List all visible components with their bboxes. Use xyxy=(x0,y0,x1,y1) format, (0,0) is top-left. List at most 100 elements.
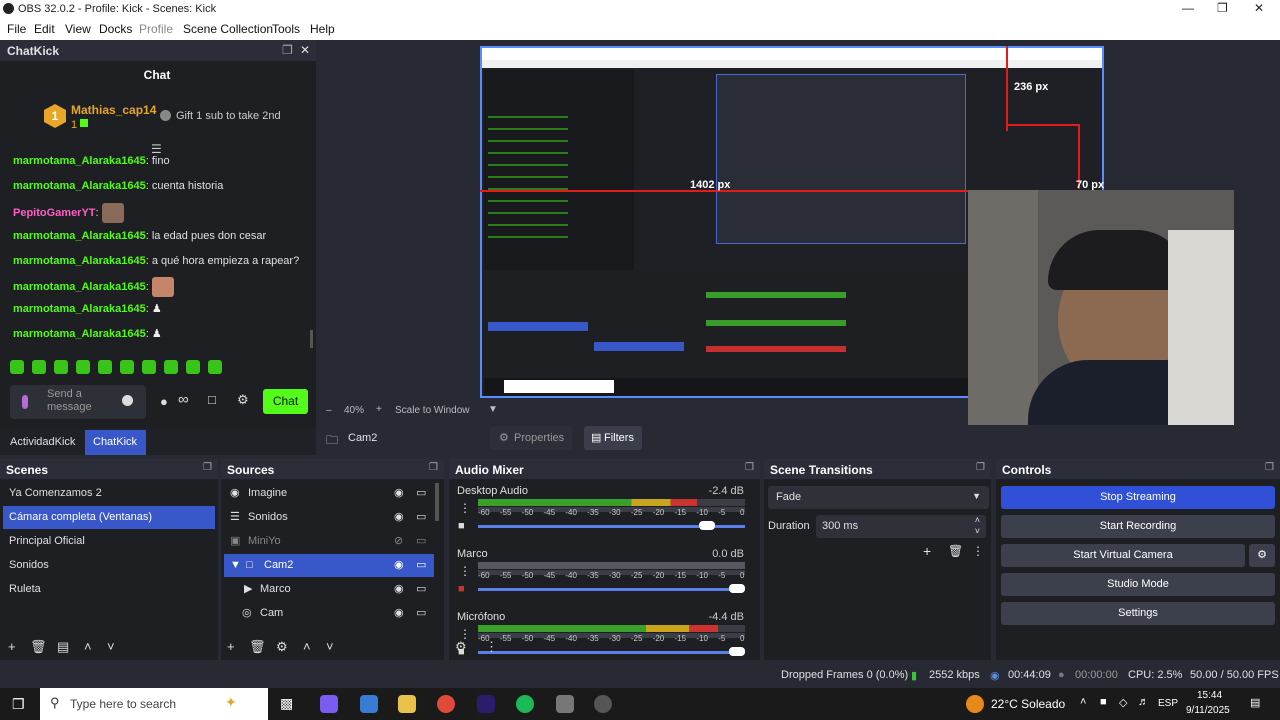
float-dock-icon[interactable]: ❐ xyxy=(429,462,438,473)
sources-scrollbar[interactable] xyxy=(435,483,439,521)
emote-button[interactable] xyxy=(98,360,112,374)
eye-icon[interactable]: ◉ xyxy=(394,506,404,529)
menu-help[interactable]: Help xyxy=(310,22,335,36)
task-view-icon[interactable]: ▩ xyxy=(280,695,298,713)
up-icon[interactable]: ˄ xyxy=(303,639,311,654)
chat-send-button[interactable]: Chat xyxy=(263,389,308,414)
stop-streaming-button[interactable]: Stop Streaming xyxy=(1001,486,1275,509)
scene-item[interactable]: Ya Comenzamos 2 xyxy=(3,482,215,505)
wifi-icon[interactable]: ◇ xyxy=(1119,696,1127,709)
clock-time[interactable]: 15:44 xyxy=(1197,690,1222,701)
scale-mode[interactable]: Scale to Window xyxy=(395,405,469,416)
menu-view[interactable]: View xyxy=(65,22,91,36)
volume-slider-handle[interactable] xyxy=(729,584,745,593)
source-item[interactable]: ▣ MiniYo ⊘ ▭ xyxy=(224,530,434,553)
pinned-icon[interactable]: ☰ xyxy=(151,142,162,156)
file-explorer-icon[interactable] xyxy=(398,695,416,713)
emote-button[interactable] xyxy=(142,360,156,374)
scene-item[interactable]: Principal Oficial xyxy=(3,530,215,553)
taskbar-search[interactable]: ⚲ Type here to search ✦ xyxy=(40,688,268,720)
tab-chatkick[interactable]: ChatKick xyxy=(85,430,146,455)
float-dock-icon[interactable]: ❐ xyxy=(976,462,985,473)
menu-dots-icon[interactable]: ⋮ xyxy=(485,639,498,655)
store-icon[interactable]: □ xyxy=(208,392,216,407)
app-icon[interactable] xyxy=(360,695,378,713)
lock-icon[interactable]: ▭ xyxy=(416,530,426,553)
source-item[interactable]: ▼ □ Cam2 ◉ ▭ xyxy=(224,554,434,577)
menu-file[interactable]: File xyxy=(7,22,26,36)
close-icon[interactable]: ✕ xyxy=(1254,1,1264,15)
emote-button[interactable] xyxy=(54,360,68,374)
add-icon[interactable]: + xyxy=(227,639,235,654)
network-icon[interactable]: ■ xyxy=(1100,696,1107,708)
chat-scrollbar[interactable] xyxy=(310,330,313,348)
menu-docks[interactable]: Docks xyxy=(99,22,132,36)
scene-item[interactable]: Sonidos xyxy=(3,554,215,577)
minimize-icon[interactable]: — xyxy=(1182,1,1194,15)
chevron-up-icon[interactable]: ˄ xyxy=(1080,696,1086,708)
emote-button[interactable] xyxy=(32,360,46,374)
maximize-icon[interactable]: ❐ xyxy=(1217,1,1228,15)
add-icon[interactable]: + xyxy=(923,543,931,559)
float-dock-icon[interactable]: ❐ xyxy=(203,462,212,473)
filters-button[interactable]: ▤ Filters xyxy=(584,426,642,450)
float-dock-icon[interactable]: ❐ xyxy=(282,43,293,57)
emote-button[interactable] xyxy=(120,360,134,374)
language[interactable]: ESP xyxy=(1158,698,1178,709)
gift-text[interactable]: Gift 1 sub to take 2nd xyxy=(176,110,281,122)
spotify-icon[interactable] xyxy=(516,695,534,713)
float-dock-icon[interactable]: ❐ xyxy=(1265,462,1274,473)
settings-button[interactable]: Settings xyxy=(1001,602,1275,625)
webcam-source[interactable] xyxy=(968,190,1234,436)
app-icon[interactable] xyxy=(556,695,574,713)
emote-button[interactable] xyxy=(208,360,222,374)
chat-input[interactable]: Send a message xyxy=(10,385,146,419)
source-item[interactable]: ☰ Sonidos ◉ ▭ xyxy=(224,506,434,529)
volume-icon[interactable]: ♬ xyxy=(1138,696,1149,708)
float-dock-icon[interactable]: ❐ xyxy=(745,462,754,473)
emote-button[interactable] xyxy=(164,360,178,374)
premiere-icon[interactable] xyxy=(477,695,495,713)
lock-icon[interactable]: ▭ xyxy=(416,554,426,577)
source-item[interactable]: ▶ Marco ◉ ▭ xyxy=(224,578,434,601)
stepper-up-icon[interactable]: ˄ xyxy=(975,515,980,525)
eye-hidden-icon[interactable]: ⊘ xyxy=(394,530,403,553)
zoom-out-icon[interactable]: – xyxy=(326,405,332,416)
start-virtual-camera-button[interactable]: Start Virtual Camera xyxy=(1001,544,1245,567)
gift-sub-icon[interactable] xyxy=(160,110,171,121)
source-item[interactable]: ◉ Imagine ◉ ▭ xyxy=(224,482,434,505)
scene-item[interactable]: Ruleta xyxy=(3,578,215,601)
emote-button[interactable] xyxy=(186,360,200,374)
channel-menu-icon[interactable]: ⋮ xyxy=(459,564,471,578)
down-icon[interactable]: ˅ xyxy=(326,639,334,654)
trash-icon[interactable]: 🗑 xyxy=(948,544,963,558)
eye-icon[interactable]: ◉ xyxy=(394,578,404,601)
lock-icon[interactable]: ▭ xyxy=(416,482,426,505)
tab-actividadkick[interactable]: ActividadKick xyxy=(2,430,83,455)
clock-date[interactable]: 9/11/2025 xyxy=(1186,705,1230,716)
menu-tools[interactable]: Tools xyxy=(272,22,300,36)
menu-profile[interactable]: Profile xyxy=(139,22,173,36)
down-icon[interactable]: ˅ xyxy=(107,639,115,654)
add-icon[interactable]: + xyxy=(8,639,16,654)
menu-edit[interactable]: Edit xyxy=(34,22,55,36)
menu-dots-icon[interactable]: ⋮ xyxy=(972,544,984,558)
volume-slider[interactable] xyxy=(478,588,745,591)
windows-start-icon[interactable]: ❒ xyxy=(12,696,25,713)
trash-icon[interactable]: 🗑 xyxy=(249,639,266,655)
properties-button[interactable]: ⚙ Properties xyxy=(490,426,572,450)
eye-icon[interactable]: ◉ xyxy=(394,554,404,577)
expand-icon[interactable]: ▼ xyxy=(230,554,241,577)
muted-speaker-icon[interactable]: ■ xyxy=(458,583,465,595)
copilot-icon[interactable] xyxy=(320,695,338,713)
up-icon[interactable]: ˄ xyxy=(84,639,92,654)
emoji-icon[interactable] xyxy=(122,395,133,406)
infinity-icon[interactable]: ∞ xyxy=(178,391,189,408)
emote-button[interactable] xyxy=(10,360,24,374)
gear-icon[interactable]: ⚙ xyxy=(455,639,467,655)
source-item[interactable]: ◎ Cam ◉ ▭ xyxy=(224,602,434,625)
gear-icon[interactable]: ⚙ xyxy=(276,639,288,655)
eye-icon[interactable]: ◉ xyxy=(394,482,404,505)
transition-select[interactable]: Fade ▼ xyxy=(768,486,989,509)
weather-text[interactable]: 22°C Soleado xyxy=(991,697,1065,711)
